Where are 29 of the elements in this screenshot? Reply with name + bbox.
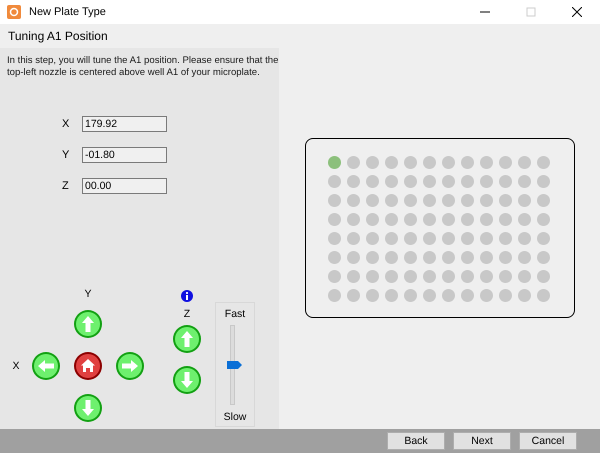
coordinate-field[interactable]: -01.80 [82,146,167,163]
footer-button[interactable]: Cancel [519,432,577,450]
maximize-icon [526,7,536,17]
down-arrow-button[interactable] [172,364,202,395]
window-title: New Plate Type [29,6,107,18]
left-arrow-button[interactable] [31,350,61,381]
footer-button[interactable]: Back [387,432,445,450]
up-arrow-button[interactable] [172,324,202,354]
axis-label: X [12,360,20,372]
axis-label: X [62,118,70,130]
info-icon [181,290,193,302]
coordinate-field[interactable]: 179.92 [82,116,167,132]
step-title: Tuning A1 Position [7,28,109,45]
app-icon [7,5,21,19]
down-arrow-button[interactable] [73,392,103,423]
instructions-text: In this step, you will tune the A1 position. Please ensure that the top-left nozzle is centered above well A1 of your microplate. [7,54,279,79]
home-button[interactable] [73,350,103,381]
axis-label: Y [62,148,70,161]
slider-thumb[interactable] [227,361,242,370]
axis-label: Z [184,308,190,320]
axis-label: Y [84,288,92,300]
up-arrow-button[interactable] [73,308,103,339]
coordinate-field[interactable]: 00.00 [82,178,167,194]
axis-label: Z [62,180,70,192]
fast-label: Fast [224,308,246,320]
right-arrow-button[interactable] [115,350,145,381]
slow-label: Slow [224,410,246,423]
close-icon [572,7,582,17]
footer-button[interactable]: Next [453,432,511,450]
